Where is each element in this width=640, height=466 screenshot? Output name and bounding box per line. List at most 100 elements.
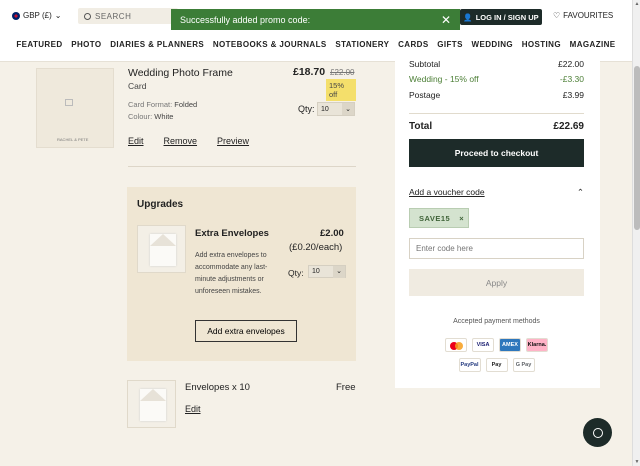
scrollbar-thumb[interactable] (634, 66, 640, 230)
nav-diaries[interactable]: DIARIES & PLANNERS (110, 40, 204, 49)
apply-button[interactable]: Apply (409, 269, 584, 296)
search-input[interactable]: SEARCH (78, 8, 178, 24)
chat-icon (592, 427, 603, 438)
nav-cards[interactable]: CARDS (398, 40, 428, 49)
format-label: Card Format: (128, 100, 173, 109)
nav-featured[interactable]: FEATURED (16, 40, 62, 49)
remove-link[interactable]: Remove (164, 136, 198, 146)
nav-magazine[interactable]: MAGAZINE (570, 40, 616, 49)
total-row: Total £22.69 (409, 121, 584, 132)
discount-value: -£3.30 (559, 74, 584, 84)
promo-chip: SAVE15 × (409, 208, 469, 228)
item-actions: Edit Remove Preview (128, 136, 249, 146)
heart-icon: ♡ (553, 11, 561, 20)
search-placeholder: SEARCH (95, 11, 132, 21)
product-thumbnail[interactable]: RACHEL & PETE (36, 68, 114, 148)
preview-link[interactable]: Preview (217, 136, 249, 146)
postage-row: Postage £3.99 (409, 90, 584, 100)
total-label: Total (409, 121, 433, 132)
voucher-code-input[interactable] (409, 238, 584, 259)
nav-gifts[interactable]: GIFTS (437, 40, 463, 49)
product-title: Wedding Photo Frame (128, 67, 233, 79)
product-type: Card (128, 81, 147, 91)
envelope-icon (140, 389, 166, 421)
close-icon[interactable]: ✕ (441, 13, 451, 27)
favourites-label: FAVOURITES (563, 11, 614, 20)
colour-label: Colour: (128, 112, 153, 121)
order-summary: Subtotal £22.00 Wedding - 15% off -£3.30… (395, 58, 600, 388)
google-pay-icon: G Pay (512, 358, 535, 372)
postage-value: £3.99 (562, 90, 584, 100)
subtotal-value: £22.00 (558, 59, 584, 69)
envelopes-price: Free (336, 382, 356, 393)
upgrade-description: Add extra envelopes to accommodate any l… (195, 252, 268, 295)
envelopes-image (127, 380, 176, 428)
upgrade-qty-value: 10 (312, 268, 320, 275)
envelopes-edit-link[interactable]: Edit (185, 404, 201, 414)
voucher-toggle[interactable]: Add a voucher code ⌃ (409, 187, 584, 198)
apple-pay-icon: Pay (485, 358, 508, 372)
currency-selector[interactable]: GBP (£) ⌄ (12, 11, 61, 20)
upgrades-title: Upgrades (137, 199, 184, 210)
upgrade-name: Extra Envelopes (195, 228, 269, 239)
payment-icons-row: VISA AMEX Klarna. (409, 338, 584, 352)
paypal-icon: PayPal (458, 358, 481, 372)
qty-label: Qty: (298, 104, 315, 114)
nav-hosting[interactable]: HOSTING (522, 40, 561, 49)
divider (128, 166, 356, 167)
toast-message: Successfully added promo code: (180, 14, 311, 25)
checkout-button[interactable]: Proceed to checkout (409, 139, 584, 167)
envelope-image (137, 225, 186, 273)
add-extra-envelopes-button[interactable]: Add extra envelopes (195, 320, 297, 342)
chevron-down-icon: ⌄ (342, 103, 354, 115)
upgrade-qty-label: Qty: (288, 268, 304, 278)
product-format: Card Format: Folded (128, 100, 197, 109)
login-button[interactable]: 👤 LOG IN / SIGN UP (460, 9, 542, 25)
quantity-select[interactable]: 10 ⌄ (317, 102, 355, 116)
promo-toast: Successfully added promo code: ✕ (171, 9, 460, 30)
chevron-down-icon: ⌄ (333, 266, 345, 278)
klarna-icon: Klarna. (526, 338, 548, 352)
subtotal-row: Subtotal £22.00 (409, 59, 584, 69)
envelopes-name: Envelopes x 10 (185, 382, 250, 393)
image-placeholder-icon (65, 99, 73, 106)
upgrade-price: £2.00 (320, 228, 344, 239)
product-colour: Colour: White (128, 112, 173, 121)
nav-photo[interactable]: PHOTO (71, 40, 101, 49)
nav-wedding[interactable]: WEDDING (472, 40, 513, 49)
remove-promo-icon[interactable]: × (459, 214, 464, 223)
scrollbar[interactable]: ▲ ▼ (632, 0, 640, 466)
product-was-price: £22.00 (330, 68, 355, 77)
discount-label: Wedding - 15% off (409, 74, 479, 84)
main-nav: FEATURED PHOTO DIARIES & PLANNERS NOTEBO… (0, 40, 632, 49)
favourites-link[interactable]: ♡ FAVOURITES (553, 11, 613, 20)
discount-row: Wedding - 15% off -£3.30 (409, 74, 584, 84)
nav-stationery[interactable]: STATIONERY (335, 40, 389, 49)
chevron-down-icon: ⌄ (54, 11, 62, 20)
edit-link[interactable]: Edit (128, 136, 144, 146)
chat-button[interactable] (583, 418, 612, 447)
amex-icon: AMEX (499, 338, 521, 352)
mastercard-icon (445, 338, 467, 352)
colour-value: White (154, 112, 174, 121)
total-value: £22.69 (553, 121, 584, 132)
payments-label: Accepted payment methods (453, 318, 540, 325)
site-header: GBP (£) ⌄ SEARCH Successfully added prom… (0, 0, 632, 62)
promo-code: SAVE15 (419, 213, 451, 223)
upgrade-quantity-select[interactable]: 10 ⌄ (308, 265, 346, 278)
scroll-up-icon[interactable]: ▲ (633, 1, 640, 7)
format-value: Folded (174, 100, 198, 109)
search-icon (84, 12, 91, 20)
postage-label: Postage (409, 90, 441, 100)
apple-pay-label: Pay (491, 362, 502, 368)
nav-notebooks[interactable]: NOTEBOOKS & JOURNALS (213, 40, 327, 49)
envelope-icon (150, 234, 176, 266)
visa-icon: VISA (472, 338, 494, 352)
product-price: £18.70 (293, 66, 326, 78)
subtotal-label: Subtotal (409, 59, 441, 69)
upgrades-panel: Upgrades Extra Envelopes £2.00 (£0.20/ea… (127, 187, 356, 361)
scroll-down-icon[interactable]: ▼ (633, 459, 640, 465)
thumb-caption: RACHEL & PETE (57, 137, 89, 142)
chevron-up-icon: ⌃ (576, 187, 584, 197)
login-label: LOG IN / SIGN UP (475, 12, 539, 22)
